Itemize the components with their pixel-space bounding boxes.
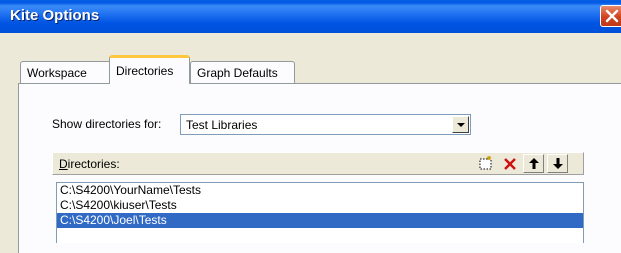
close-icon bbox=[605, 9, 619, 23]
directories-label-rest: irectories: bbox=[67, 157, 120, 171]
move-up-icon bbox=[528, 158, 539, 169]
tab-label: Graph Defaults bbox=[197, 66, 278, 80]
move-down-button[interactable] bbox=[547, 154, 568, 173]
directories-label: Directories: bbox=[59, 157, 120, 171]
tab-label: Workspace bbox=[27, 66, 87, 80]
move-up-button[interactable] bbox=[523, 154, 544, 173]
directories-label-accesskey: D bbox=[59, 157, 68, 171]
dropdown-arrow-icon[interactable] bbox=[452, 116, 469, 133]
show-directories-label: Show directories for: bbox=[52, 117, 162, 131]
directories-header: Directories: bbox=[52, 152, 584, 175]
tab-label: Directories bbox=[116, 64, 174, 78]
close-button[interactable] bbox=[600, 5, 621, 27]
list-item-selected[interactable]: C:\S4200\Joel\Tests bbox=[57, 213, 583, 228]
window-title: Kite Options bbox=[10, 7, 100, 24]
tab-graph-defaults[interactable]: Graph Defaults bbox=[190, 61, 295, 83]
move-down-icon bbox=[552, 158, 563, 169]
new-folder-icon bbox=[479, 156, 491, 170]
delete-icon bbox=[503, 157, 516, 170]
new-directory-button[interactable] bbox=[475, 154, 496, 173]
list-item[interactable]: C:\S4200\kiuser\Tests bbox=[57, 198, 583, 213]
delete-directory-button[interactable] bbox=[499, 154, 520, 173]
tab-directories[interactable]: Directories bbox=[109, 55, 190, 84]
list-item[interactable]: C:\S4200\YourName\Tests bbox=[57, 183, 583, 198]
select-value: Test Libraries bbox=[186, 118, 258, 132]
tab-workspace[interactable]: Workspace bbox=[20, 61, 111, 83]
directories-list[interactable]: C:\S4200\YourName\Tests C:\S4200\kiuser\… bbox=[56, 182, 584, 243]
title-bar[interactable]: Kite Options bbox=[0, 0, 621, 33]
show-directories-select[interactable]: Test Libraries bbox=[180, 114, 471, 135]
